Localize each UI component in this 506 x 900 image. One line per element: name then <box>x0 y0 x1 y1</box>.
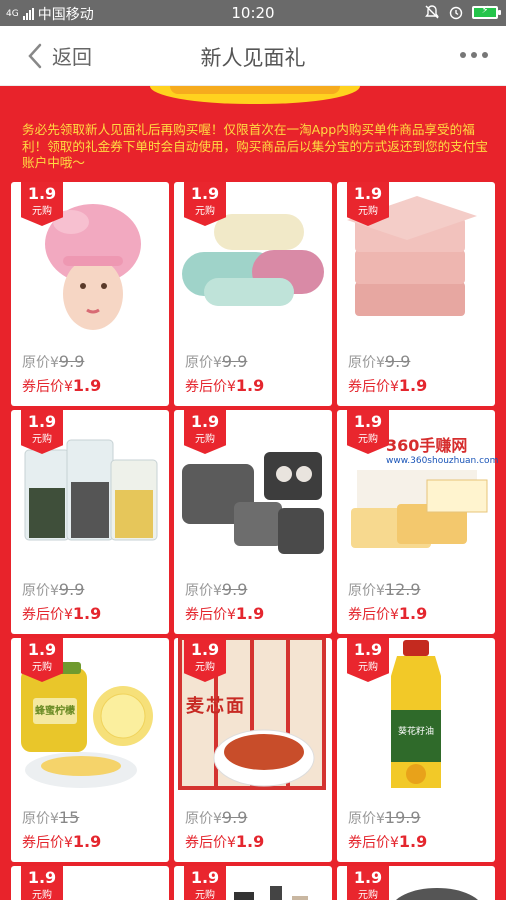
original-price: 原价¥9.9 <box>22 580 85 599</box>
coupon-price: 券后价¥1.9 <box>22 376 102 395</box>
original-price: 原价¥9.9 <box>22 352 85 371</box>
price-badge: 1.9 元购 <box>347 866 389 900</box>
price-badge: 1.9 元购 <box>21 866 63 900</box>
original-price: 原价¥9.9 <box>185 580 248 599</box>
product-card-baskets[interactable]: 1.9 元购 原价¥9.9 券后价¥1.9 <box>174 410 332 634</box>
watermark-title: 360手赚网 <box>386 436 468 455</box>
original-price: 原价¥15 <box>22 808 80 827</box>
original-price: 原价¥19.9 <box>348 808 421 827</box>
coupon-price: 券后价¥1.9 <box>22 832 102 851</box>
price-badge: 1.9 元购 <box>21 182 63 226</box>
price-badge: 1.9 元购 <box>21 410 63 454</box>
original-price: 原价¥12.9 <box>348 580 421 599</box>
bell-off-icon <box>425 5 439 19</box>
product-card-partial-1[interactable]: 1.9 元购 <box>11 866 169 900</box>
original-price: 原价¥9.9 <box>348 352 411 371</box>
original-price: 原价¥9.9 <box>185 352 248 371</box>
product-card-partial-3[interactable]: 1.9 元购 <box>337 866 495 900</box>
watermark-url: www.360shouzhuan.com <box>386 456 499 466</box>
battery-charging-icon: ⚡ <box>472 5 501 19</box>
coupon-price: 券后价¥1.9 <box>348 376 428 395</box>
price-badge: 1.9 元购 <box>184 182 226 226</box>
badge-price: 1.9 <box>27 184 57 203</box>
product-card-storage-boxes[interactable]: 1.9 元购 原价¥9.9 券后价¥1.9 <box>337 182 495 406</box>
badge-unit: 元购 <box>32 206 52 217</box>
price-badge: 1.9 元购 <box>347 638 389 682</box>
status-right: ⚡ <box>424 4 501 20</box>
page-title: 新人见面礼 <box>200 46 306 70</box>
notice-text: 务必先领取新人见面礼后再购买喔！仅限首次在一淘App内购买单件商品享受的福利！领… <box>22 122 488 170</box>
price-badge: 1.9 元购 <box>184 638 226 682</box>
oil-label-text: 葵花籽油 <box>397 727 434 737</box>
product-card-sunflower-oil[interactable]: 1.9 元购 葵花籽油 原价¥19.9 券后价¥1.9 <box>337 638 495 862</box>
price-badge: 1.9 元购 <box>347 410 389 454</box>
original-price: 原价¥9.9 <box>185 808 248 827</box>
product-card-towels[interactable]: 1.9 元购 原价¥9.9 券后价¥1.9 <box>174 182 332 406</box>
status-bar: 4G 中国移动 10:20 ⚡ <box>0 0 506 26</box>
product-card-wheat-noodles[interactable]: 1.9 元购 麦芯面 原价¥9.9 券后价¥1.9 <box>174 638 332 862</box>
coupon-price: 券后价¥1.9 <box>185 376 265 395</box>
coupon-price: 券后价¥1.9 <box>185 604 265 623</box>
tea-label-text: 蜂蜜柠檬 <box>35 706 75 717</box>
product-card-honey-lemon-tea[interactable]: 1.9 元购 蜂蜜柠檬 原价¥15 券后价¥1.9 <box>11 638 169 862</box>
watermark: 360手赚网 www.360shouzhuan.com <box>386 432 498 466</box>
more-dots-icon[interactable] <box>460 52 488 58</box>
navbar: 返回 新人见面礼 <box>0 26 506 86</box>
coupon-price: 券后价¥1.9 <box>348 832 428 851</box>
product-card-grain-containers[interactable]: 1.9 元购 原价¥9.9 券后价¥1.9 <box>11 410 169 634</box>
product-card-shower-cap[interactable]: 1.9 元购 原价¥9.9 券后价¥1.9 <box>11 182 169 406</box>
product-card-partial-2[interactable]: 1.9 元购 <box>174 866 332 900</box>
price-badge: 1.9 元购 <box>21 638 63 682</box>
price-badge: 1.9 元购 <box>184 410 226 454</box>
coupon-price: 券后价¥1.9 <box>22 604 102 623</box>
price-badge: 1.9 元购 <box>347 182 389 226</box>
alarm-icon <box>449 6 463 20</box>
price-badge: 1.9 元购 <box>184 866 226 900</box>
coupon-price: 券后价¥1.9 <box>185 832 265 851</box>
noodle-brand-text: 麦芯面 <box>186 696 246 717</box>
banner-decoration <box>150 86 360 104</box>
coupon-price: 券后价¥1.9 <box>348 604 428 623</box>
